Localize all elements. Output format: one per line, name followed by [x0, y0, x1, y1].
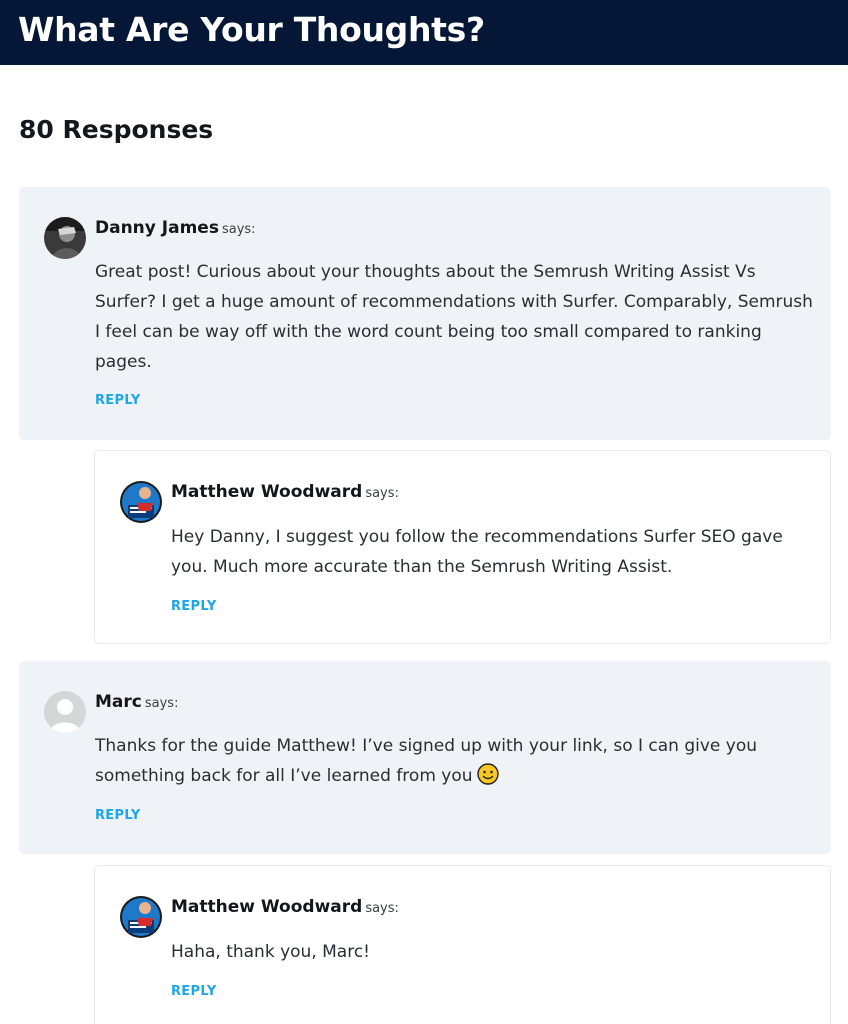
avatar[interactable] — [120, 896, 162, 938]
section-banner: What Are Your Thoughts? — [0, 0, 848, 65]
says-label: says: — [221, 222, 256, 237]
comment-text: Great post! Curious about your thoughts … — [95, 262, 813, 372]
comment-card: Marc says: Thanks for the guide Matthew! … — [19, 661, 831, 854]
author-name[interactable]: Matthew Woodward — [171, 482, 362, 502]
says-label: says: — [144, 696, 179, 711]
author-line: Danny James says: — [95, 218, 256, 238]
reply-comment-card: Matthew Woodward says: Hey Danny, I sugge… — [94, 450, 831, 644]
says-label: says: — [365, 901, 399, 916]
comments-page: What Are Your Thoughts? 80 Responses Dan… — [0, 0, 848, 1024]
author-line: Matthew Woodward says: — [171, 897, 399, 917]
avatar[interactable] — [44, 217, 86, 259]
author-name[interactable]: Marc — [95, 692, 142, 712]
comment-card: Danny James says: Great post! Curious abo… — [19, 187, 831, 440]
author-line: Marc says: — [95, 692, 178, 712]
section-title: What Are Your Thoughts? — [18, 10, 485, 49]
reply-button[interactable]: REPLY — [171, 599, 217, 614]
comment-text-content: Thanks for the guide Matthew! I’ve signe… — [95, 736, 758, 786]
says-label: says: — [365, 486, 399, 501]
avatar[interactable] — [44, 691, 86, 733]
author-line: Matthew Woodward says: — [171, 482, 399, 502]
comment-text: Hey Danny, I suggest you follow the reco… — [171, 527, 783, 577]
avatar[interactable] — [120, 481, 162, 523]
user-photo-icon — [120, 481, 162, 523]
comment-text: Haha, thank you, Marc! — [171, 942, 370, 962]
responses-count: 80 Responses — [19, 115, 214, 144]
author-name[interactable]: Matthew Woodward — [171, 897, 362, 917]
default-avatar-icon — [44, 691, 86, 733]
reply-button[interactable]: REPLY — [95, 808, 141, 823]
reply-button[interactable]: REPLY — [171, 984, 217, 999]
user-photo-icon — [120, 896, 162, 938]
smiley-emoji-icon — [476, 763, 499, 785]
user-photo-icon — [44, 217, 86, 259]
reply-button[interactable]: REPLY — [95, 393, 141, 408]
comment-text: Thanks for the guide Matthew! I’ve signe… — [95, 731, 815, 791]
reply-comment-card: Matthew Woodward says: Haha, thank you, M… — [94, 865, 831, 1024]
author-name[interactable]: Danny James — [95, 218, 219, 238]
